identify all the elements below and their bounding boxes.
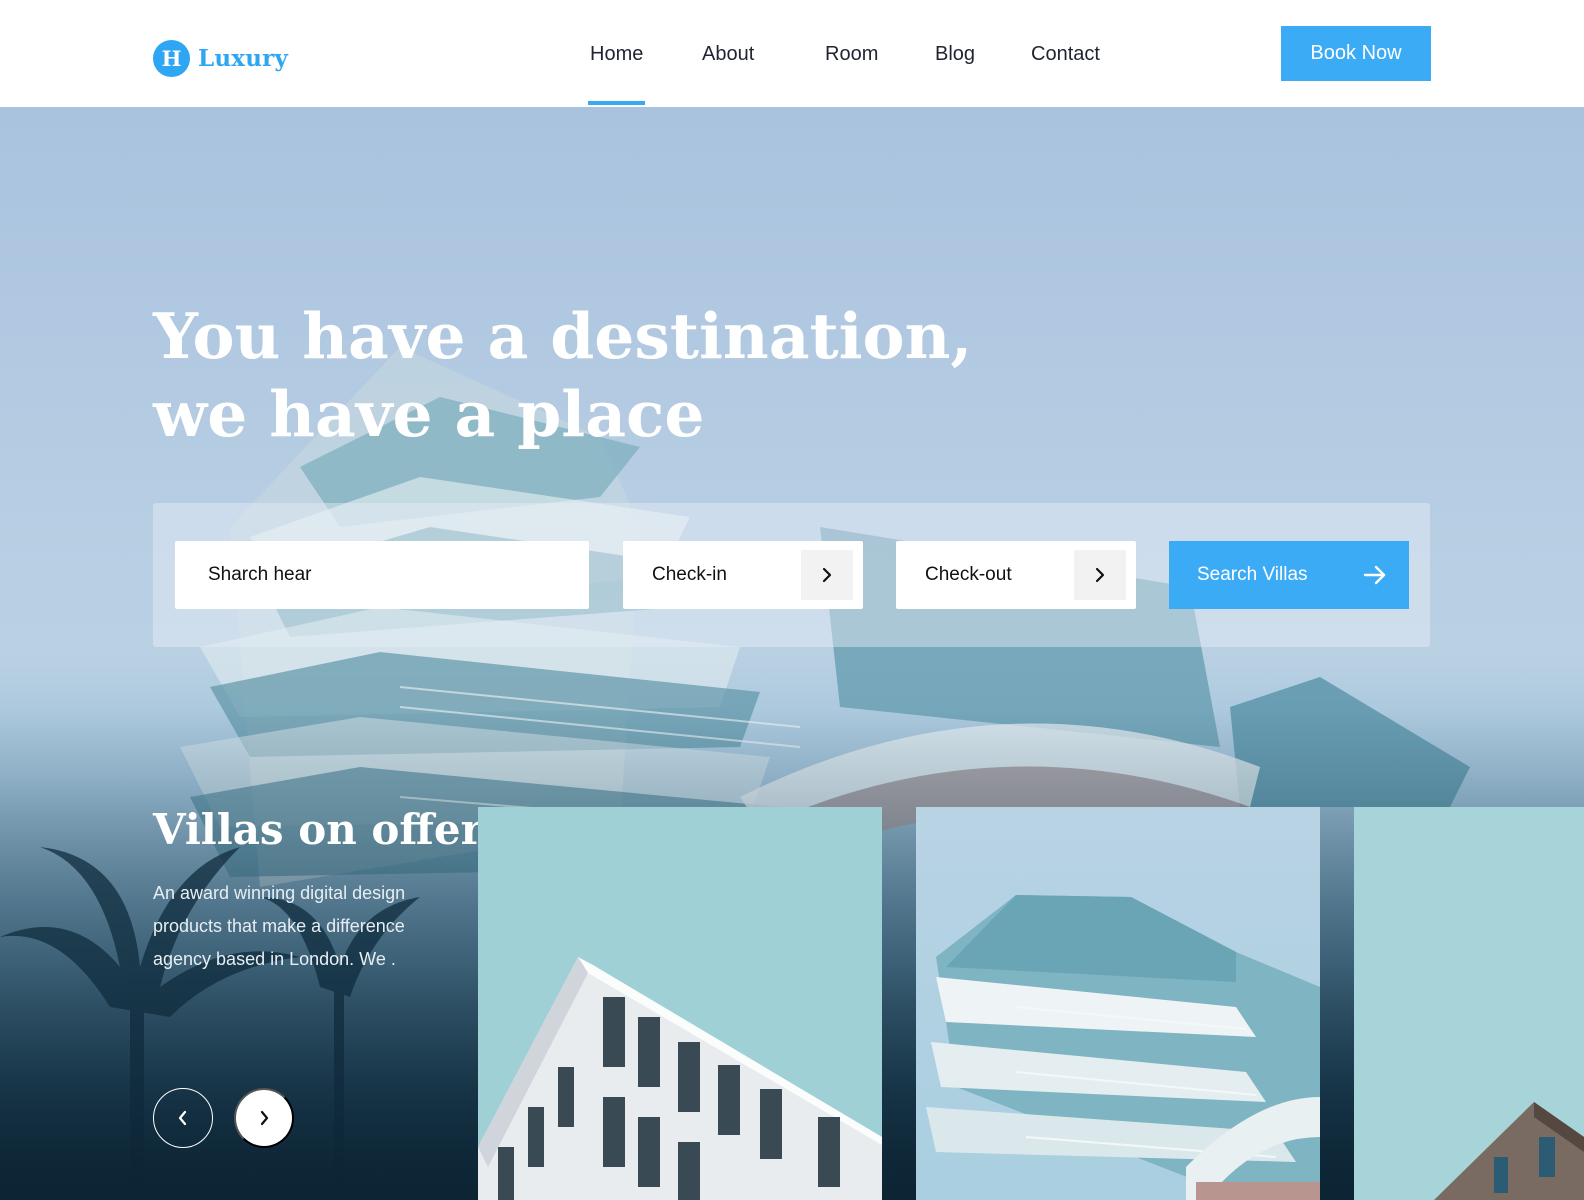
villa-card[interactable] <box>916 807 1320 1200</box>
nav-link-home[interactable]: Home <box>587 43 646 105</box>
top-navbar: H Luxury Home About Room Blog Contact Bo… <box>0 0 1584 107</box>
chevron-right-icon <box>1095 567 1105 583</box>
brand-logo[interactable]: H Luxury <box>153 40 288 77</box>
check-in-field[interactable]: Check-in <box>623 541 863 609</box>
villa-card-image <box>478 807 882 1200</box>
villas-description: An award winning digital design products… <box>153 883 406 969</box>
book-now-button[interactable]: Book Now <box>1281 26 1431 81</box>
carousel-next-button[interactable] <box>234 1088 294 1148</box>
villa-card[interactable] <box>1354 807 1584 1200</box>
chevron-right-icon <box>822 567 832 583</box>
search-input-value: Sharch hear <box>208 564 312 585</box>
nav-link-contact[interactable]: Contact <box>1031 43 1100 66</box>
logo-mark-icon: H <box>153 40 190 77</box>
search-panel: Sharch hear Check-in Check-out Search Vi… <box>153 503 1430 647</box>
hero-title-line-1: You have a destination, <box>153 299 973 373</box>
nav-link-room[interactable]: Room <box>825 43 878 66</box>
check-out-label: Check-out <box>925 564 1012 585</box>
search-villas-button[interactable]: Search Villas <box>1169 541 1409 609</box>
check-out-field[interactable]: Check-out <box>896 541 1136 609</box>
arrow-right-icon <box>1363 565 1386 585</box>
villa-card-image <box>1354 807 1584 1200</box>
hero-title-line-2: we have a place <box>153 377 705 451</box>
hero-title: You have a destination, we have a place <box>153 297 1053 453</box>
chevron-right-icon <box>260 1110 269 1126</box>
carousel-prev-button[interactable] <box>153 1088 213 1148</box>
villas-section-title: Villas on offer <box>153 805 483 854</box>
search-input[interactable]: Sharch hear <box>175 541 589 609</box>
chevron-left-icon <box>178 1110 187 1126</box>
villa-card-image <box>916 807 1320 1200</box>
check-in-label: Check-in <box>652 564 727 585</box>
brand-name: Luxury <box>198 45 289 72</box>
villa-card[interactable] <box>478 807 882 1200</box>
hero-section: You have a destination, we have a place … <box>0 107 1584 1200</box>
check-in-chevron-button[interactable] <box>801 550 853 600</box>
check-out-chevron-button[interactable] <box>1074 550 1126 600</box>
nav-link-about[interactable]: About <box>702 43 754 66</box>
nav-link-blog[interactable]: Blog <box>935 43 975 66</box>
search-villas-label: Search Villas <box>1197 564 1308 585</box>
